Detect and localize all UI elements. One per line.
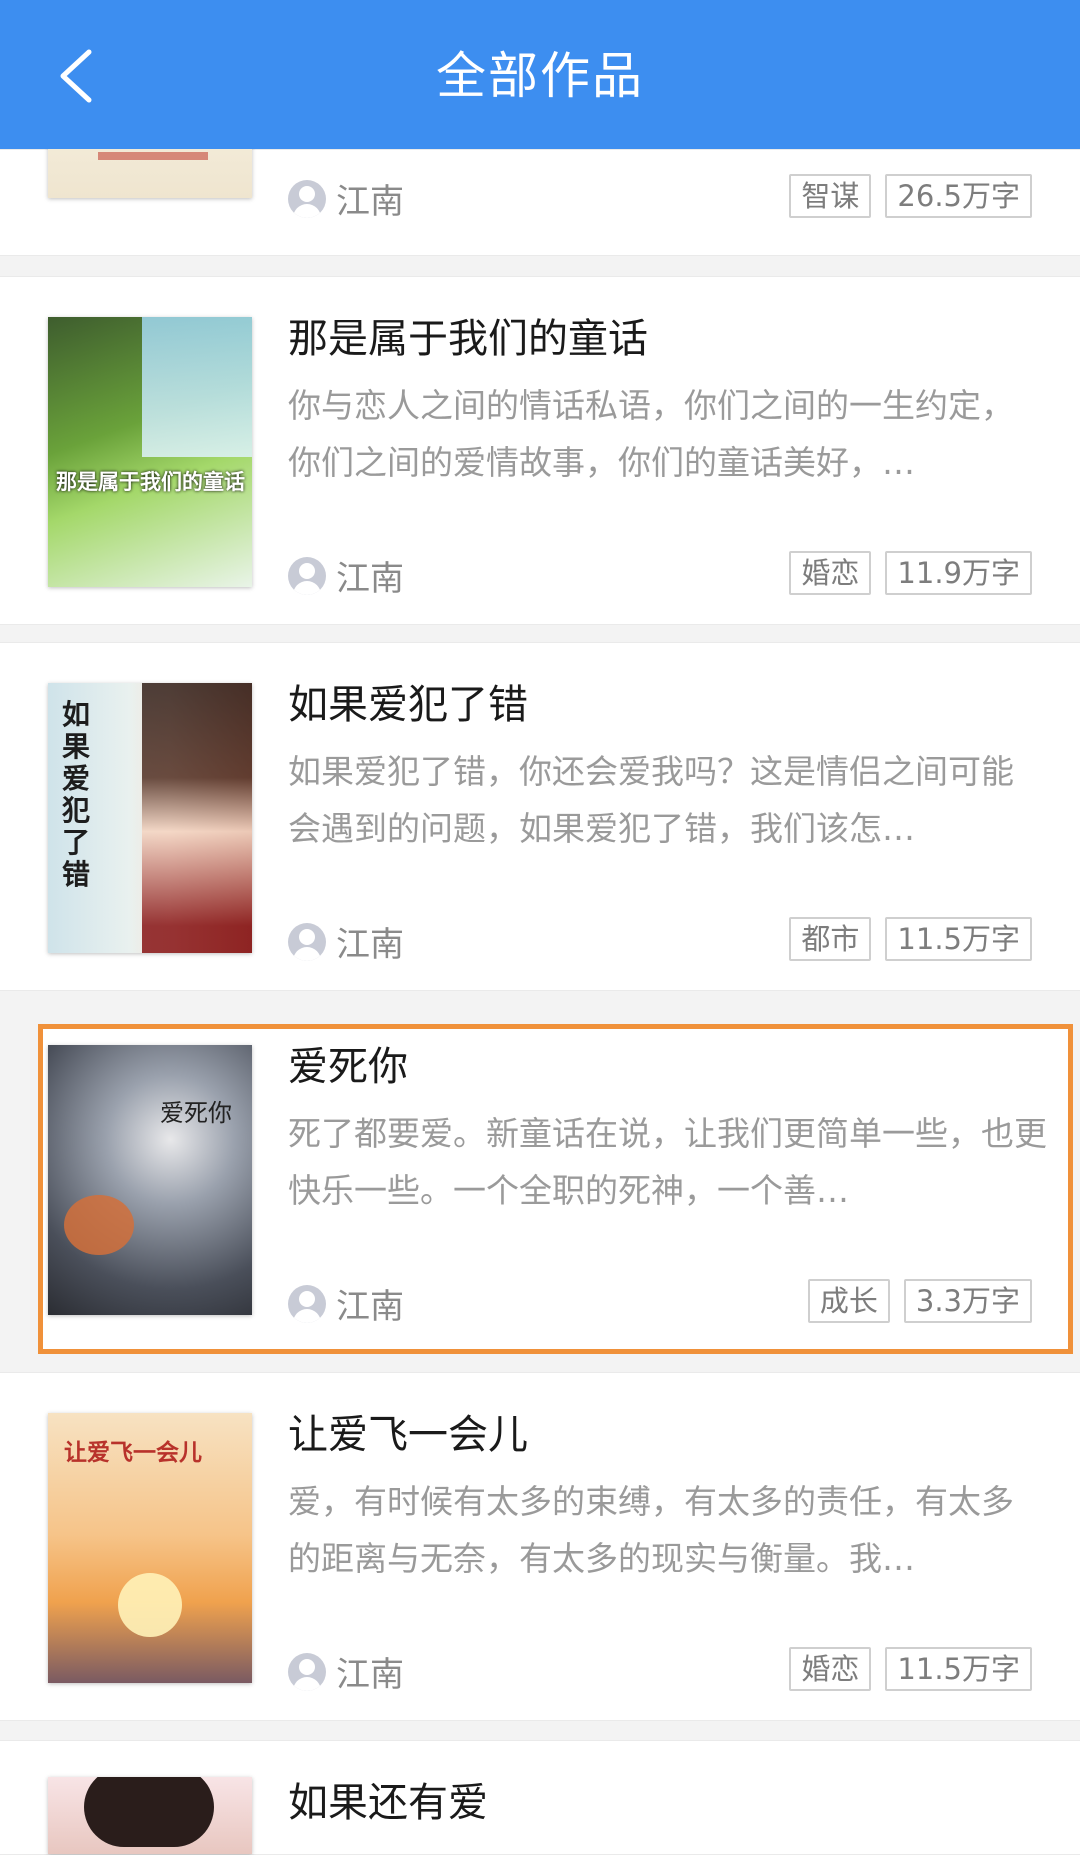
user-icon <box>288 1652 326 1691</box>
wordcount-tag: 11.9万字 <box>885 551 1032 595</box>
book-title: 如果爱犯了错 <box>288 682 528 728</box>
book-cover: 如果爱犯了错 <box>48 683 252 953</box>
book-author: 江南 <box>288 1647 404 1696</box>
user-icon <box>288 922 326 961</box>
book-cover: 爱死你 <box>48 1045 252 1315</box>
book-desc: 死了都要爱。新童话在说，让我们更简单一些，也更快乐一些。一个全职的死神，一个善… <box>288 1114 1047 1210</box>
book-cover: 让爱飞一会儿 <box>48 1413 252 1683</box>
book-author: 江南 <box>288 551 404 600</box>
app-header: 全部作品 <box>0 0 1080 149</box>
cover-sun <box>118 1573 182 1637</box>
book-title: 如果还有爱 <box>288 1780 488 1826</box>
genre-tag: 婚恋 <box>789 1647 872 1691</box>
book-card[interactable]: 让爱飞一会儿 让爱飞一会儿 爱，有时候有太多的束缚，有太多的责任，有太多的距离与… <box>0 1372 1080 1721</box>
book-title: 那是属于我们的童话 <box>288 316 648 362</box>
cover-title: 如果爱犯了错 <box>62 698 91 891</box>
genre-tag: 智谋 <box>789 174 872 218</box>
wordcount-tag: 3.3万字 <box>903 1279 1032 1323</box>
cover-figure <box>64 1195 134 1255</box>
cover-title: 让爱飞一会儿 <box>64 1440 202 1466</box>
cover-figure <box>84 1777 214 1847</box>
author-name: 江南 <box>336 559 404 599</box>
book-cover <box>48 1777 252 1854</box>
book-desc: 你与恋人之间的情话私语，你们之间的一生约定，你们之间的爱情故事，你们的童话美好，… <box>288 386 1014 482</box>
book-card[interactable]: 如果还有爱 <box>0 1740 1080 1855</box>
user-icon <box>288 1284 326 1323</box>
book-author: 江南 <box>288 1279 404 1328</box>
book-card-selected[interactable]: 爱死你 爱死你 死了都要爱。新童话在说，让我们更简单一些，也更快乐一些。一个全职… <box>38 1024 1073 1354</box>
author-name: 江南 <box>336 1655 404 1695</box>
user-icon <box>288 556 326 595</box>
page-title: 全部作品 <box>436 47 644 105</box>
book-desc: 爱，有时候有太多的束缚，有太多的责任，有太多的距离与无奈，有太多的现实与衡量。我… <box>288 1482 1014 1578</box>
cover-sky <box>142 317 252 457</box>
cover-moon <box>48 1045 252 1315</box>
book-card[interactable]: 如果爱犯了错 如果爱犯了错 如果爱犯了错，你还会爱我吗？这是情侣之间可能会遇到的… <box>0 642 1080 991</box>
author-name: 江南 <box>336 182 404 222</box>
user-icon <box>288 179 326 218</box>
book-card[interactable]: 江南 智谋 26.5万字 <box>0 90 1080 256</box>
genre-tag: 婚恋 <box>789 551 872 595</box>
author-name: 江南 <box>336 1287 404 1327</box>
genre-tag: 都市 <box>789 917 872 961</box>
cover-title: 那是属于我们的童话 <box>56 470 245 494</box>
book-author: 江南 <box>288 174 404 223</box>
book-cover: 那是属于我们的童话 <box>48 317 252 587</box>
wordcount-tag: 11.5万字 <box>885 1647 1032 1691</box>
book-author: 江南 <box>288 917 404 966</box>
book-desc: 如果爱犯了错，你还会爱我吗？这是情侣之间可能会遇到的问题，如果爱犯了错，我们该怎… <box>288 752 1014 848</box>
wordcount-tag: 26.5万字 <box>885 174 1032 218</box>
wordcount-tag: 11.5万字 <box>885 917 1032 961</box>
book-title: 让爱飞一会儿 <box>288 1412 528 1458</box>
cover-title: 爱死你 <box>160 1099 232 1127</box>
book-card[interactable]: 那是属于我们的童话 那是属于我们的童话 你与恋人之间的情话私语，你们之间的一生约… <box>0 276 1080 625</box>
genre-tag: 成长 <box>807 1279 890 1323</box>
book-title: 爱死你 <box>288 1044 408 1090</box>
author-name: 江南 <box>336 925 404 965</box>
cover-figure <box>142 683 252 953</box>
cover-art-strip <box>98 152 208 160</box>
